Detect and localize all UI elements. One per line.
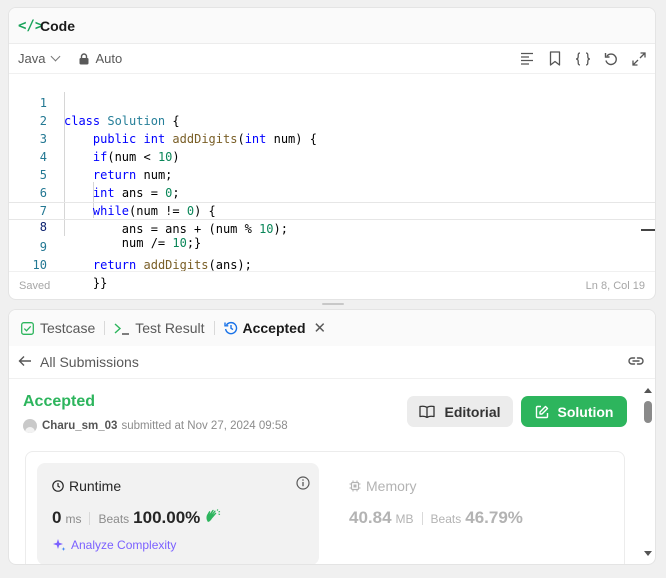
solution-label: Solution bbox=[557, 403, 614, 420]
runtime-title: Runtime bbox=[52, 478, 121, 494]
language-select[interactable]: Java bbox=[18, 51, 61, 66]
memory-title: Memory bbox=[349, 478, 417, 494]
tab-accepted[interactable]: Accepted ✕ bbox=[223, 319, 327, 337]
submission-status: Accepted bbox=[23, 393, 96, 410]
tab-test-result-label: Test Result bbox=[135, 320, 205, 336]
analyze-complexity-link[interactable]: Analyze Complexity bbox=[52, 538, 176, 552]
scroll-down-arrow-icon[interactable] bbox=[644, 551, 652, 556]
metric-divider bbox=[89, 511, 91, 525]
code-line: 7 ans = ans + (num % 10); bbox=[9, 184, 655, 236]
memory-beats-value: 46.79% bbox=[465, 508, 523, 527]
scroll-up-arrow-icon[interactable] bbox=[644, 388, 652, 393]
chip-icon bbox=[349, 480, 361, 492]
clapping-hands-icon bbox=[205, 508, 221, 528]
runtime-unit: ms bbox=[65, 512, 82, 526]
tab-test-result[interactable]: Test Result bbox=[114, 320, 205, 336]
performance-stats: Runtime 0 ms Beats 100.00% Analyze Compl… bbox=[25, 451, 625, 564]
code-panel-title: Code bbox=[40, 17, 75, 34]
submitter-info: Charu_sm_03 submitted at Nov 27, 2024 09… bbox=[23, 419, 288, 433]
expand-icon[interactable] bbox=[631, 51, 647, 67]
code-panel-header: </> Code bbox=[9, 8, 655, 44]
runtime-card[interactable]: Runtime 0 ms Beats 100.00% Analyze Compl… bbox=[37, 463, 319, 564]
code-brackets-icon: </> bbox=[18, 17, 44, 34]
runtime-value: 0 bbox=[52, 508, 62, 527]
link-icon[interactable] bbox=[627, 354, 645, 370]
book-icon bbox=[419, 405, 436, 418]
editorial-button[interactable]: Editorial bbox=[407, 396, 513, 427]
submitted-time: submitted at Nov 27, 2024 09:58 bbox=[121, 420, 288, 432]
language-label: Java bbox=[18, 51, 46, 66]
runtime-beats-value: 100.00% bbox=[133, 508, 201, 527]
edit-icon bbox=[535, 405, 548, 418]
mode-label: Auto bbox=[95, 51, 123, 66]
code-line: 4 return num; bbox=[9, 130, 655, 182]
runtime-metric: 0 ms Beats 100.00% bbox=[52, 508, 221, 528]
submission-detail: Accepted Charu_sm_03 submitted at Nov 27… bbox=[9, 380, 641, 564]
memory-metric: 40.84 MB Beats 46.79% bbox=[349, 508, 523, 528]
memory-label: Memory bbox=[366, 478, 417, 494]
avatar[interactable] bbox=[23, 419, 37, 433]
toolbar-icons bbox=[519, 51, 655, 67]
lock-icon bbox=[79, 52, 89, 64]
bookmark-icon[interactable] bbox=[547, 51, 563, 67]
history-icon bbox=[223, 321, 237, 335]
memory-value: 40.84 bbox=[349, 508, 392, 527]
username[interactable]: Charu_sm_03 bbox=[42, 420, 117, 432]
tab-testcase-label: Testcase bbox=[40, 320, 96, 336]
result-panel: Testcase Test Result Accepted ✕ All Subm… bbox=[8, 309, 656, 565]
analyze-complexity-label: Analyze Complexity bbox=[71, 538, 177, 552]
scrollbar-thumb[interactable] bbox=[644, 401, 652, 423]
solution-button[interactable]: Solution bbox=[521, 396, 627, 427]
submission-nav-bar: All Submissions bbox=[9, 346, 655, 379]
memory-beats-label: Beats bbox=[430, 512, 462, 526]
runtime-beats-label: Beats bbox=[98, 512, 130, 526]
code-line-active: 8 num /= 10;} bbox=[9, 202, 655, 250]
code-line: 10 }} bbox=[9, 238, 655, 290]
memory-card[interactable]: Memory 40.84 MB Beats 46.79% bbox=[334, 463, 614, 564]
code-editor[interactable]: 1 class Solution { 2 public int addDigit… bbox=[9, 74, 655, 290]
reset-icon[interactable] bbox=[603, 51, 619, 67]
tab-separator bbox=[104, 321, 106, 335]
braces-icon[interactable] bbox=[575, 51, 591, 67]
back-arrow-icon[interactable] bbox=[18, 354, 32, 370]
editor-scrollbar-marker[interactable] bbox=[641, 229, 655, 231]
sparkle-icon bbox=[53, 539, 66, 551]
code-line: 6 while(num != 0) { bbox=[9, 166, 655, 218]
result-tabs: Testcase Test Result Accepted ✕ bbox=[9, 310, 655, 346]
tab-separator bbox=[213, 321, 215, 335]
code-line: 3 if(num < 10) bbox=[9, 112, 655, 164]
editor-status-bar: Saved Ln 8, Col 19 bbox=[9, 271, 655, 299]
editorial-label: Editorial bbox=[444, 403, 501, 420]
tab-accepted-label: Accepted bbox=[242, 320, 306, 336]
result-scrollbar[interactable] bbox=[641, 380, 655, 564]
code-line: 1 class Solution { bbox=[9, 76, 655, 128]
code-line: 9 return addDigits(ans); bbox=[9, 220, 655, 272]
tab-testcase[interactable]: Testcase bbox=[21, 320, 95, 336]
clock-icon bbox=[52, 480, 64, 492]
chevron-down-icon bbox=[51, 51, 61, 62]
auto-mode[interactable]: Auto bbox=[79, 51, 122, 66]
runtime-label: Runtime bbox=[69, 478, 122, 494]
memory-unit: MB bbox=[395, 512, 414, 526]
terminal-icon bbox=[114, 322, 130, 335]
panel-resize-handle[interactable] bbox=[322, 303, 344, 305]
editor-toolbar: Java Auto bbox=[9, 44, 655, 74]
cursor-position: Ln 8, Col 19 bbox=[585, 279, 645, 292]
code-line: 5 int ans = 0; bbox=[9, 148, 655, 200]
info-icon[interactable] bbox=[296, 476, 310, 495]
all-submissions-link[interactable]: All Submissions bbox=[40, 354, 139, 370]
code-line: 2 public int addDigits(int num) { bbox=[9, 94, 655, 146]
metric-divider bbox=[421, 511, 423, 525]
save-status: Saved bbox=[19, 279, 51, 292]
checkbox-icon bbox=[21, 321, 34, 335]
close-icon[interactable]: ✕ bbox=[314, 319, 327, 337]
code-panel: </> Code Java Auto 1 class Solution {2 … bbox=[8, 7, 656, 300]
format-icon[interactable] bbox=[519, 51, 535, 67]
